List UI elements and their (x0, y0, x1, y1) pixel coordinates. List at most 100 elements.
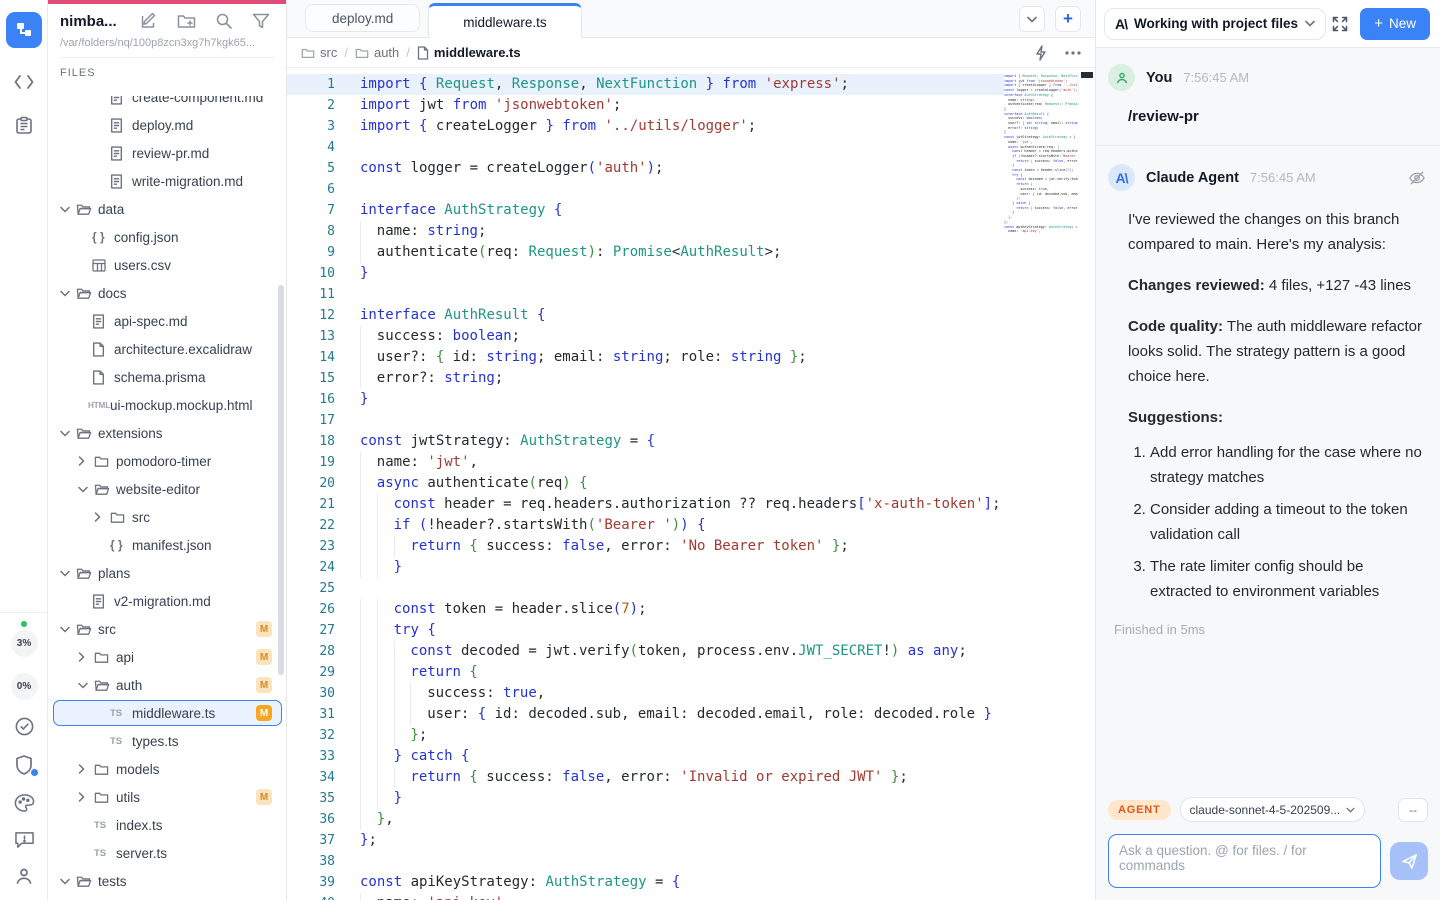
code-line[interactable]: 6 (287, 179, 1095, 200)
chevron-right-icon[interactable] (94, 512, 110, 522)
code-line[interactable]: 19name: 'jwt', (287, 452, 1095, 473)
tree-item-create-component-md[interactable]: create-component.md (48, 96, 286, 111)
code-editor[interactable]: 1import { Request, Response, NextFunctio… (287, 68, 1095, 900)
cpu-gauge[interactable]: 3% (11, 630, 38, 657)
tab-list-dropdown-button[interactable] (1019, 6, 1045, 32)
tree-item-architecture-excalidraw[interactable]: architecture.excalidraw (48, 335, 286, 363)
code-line[interactable]: 24} (287, 557, 1095, 578)
code-line[interactable]: 20async authenticate(req) { (287, 473, 1095, 494)
chevron-down-icon[interactable] (78, 486, 94, 493)
session-mode-dropdown[interactable]: A\ Working with project files (1104, 8, 1326, 40)
code-line[interactable]: 30success: true, (287, 683, 1095, 704)
code-line[interactable]: 15error?: string; (287, 368, 1095, 389)
tree-item-types-ts[interactable]: TStypes.ts (48, 727, 286, 755)
chevron-right-icon[interactable] (78, 652, 94, 662)
code-line[interactable]: 28const decoded = jwt.verify(token, proc… (287, 641, 1095, 662)
tree-item-config-json[interactable]: { }config.json (48, 223, 286, 251)
code-line[interactable]: 32}; (287, 725, 1095, 746)
chevron-down-icon[interactable] (60, 430, 76, 437)
feedback-icon[interactable] (14, 830, 35, 849)
model-selector[interactable]: claude-sonnet-4-5-202509... (1180, 797, 1366, 822)
tree-item-docs[interactable]: docs (48, 279, 286, 307)
code-line[interactable]: 38 (287, 851, 1095, 872)
tree-item-src[interactable]: srcM (48, 615, 286, 643)
code-line[interactable]: 23return { success: false, error: 'No Be… (287, 536, 1095, 557)
code-line[interactable]: 7interface AuthStrategy { (287, 200, 1095, 221)
tab-deploy-md[interactable]: deploy.md (305, 4, 420, 32)
chevron-right-icon[interactable] (78, 764, 94, 774)
breadcrumb-folder[interactable]: auth (374, 45, 399, 60)
code-line[interactable]: 26const token = header.slice(7); (287, 599, 1095, 620)
chevron-down-icon[interactable] (60, 626, 76, 633)
code-line[interactable]: 13success: boolean; (287, 326, 1095, 347)
scrollbar-thumb[interactable] (1081, 72, 1093, 78)
code-line[interactable]: 35} (287, 788, 1095, 809)
editor-scrollbar[interactable] (1079, 68, 1095, 900)
expand-icon[interactable] (1332, 16, 1348, 32)
tab-middleware-ts[interactable]: middleware.ts (428, 3, 581, 38)
code-line[interactable]: 16} (287, 389, 1095, 410)
code-line[interactable]: 39const apiKeyStrategy: AuthStrategy = { (287, 872, 1095, 893)
code-line[interactable]: 1import { Request, Response, NextFunctio… (287, 74, 1095, 95)
clipboard-icon[interactable] (14, 116, 34, 136)
chevron-down-icon[interactable] (60, 290, 76, 297)
chevron-right-icon[interactable] (78, 792, 94, 802)
tree-item-utils[interactable]: utilsM (48, 783, 286, 811)
edit-icon[interactable] (140, 12, 158, 30)
chevron-down-icon[interactable] (60, 206, 76, 213)
code-line[interactable]: 8name: string; (287, 221, 1095, 242)
tree-item-users-csv[interactable]: users.csv (48, 251, 286, 279)
chevron-down-icon[interactable] (60, 878, 76, 885)
tree-item-auth[interactable]: authM (48, 671, 286, 699)
eye-off-icon[interactable] (1408, 170, 1426, 186)
code-line[interactable]: 40name: 'api-key', (287, 893, 1095, 900)
chevron-down-icon[interactable] (78, 682, 94, 689)
check-circle-icon[interactable] (14, 716, 35, 737)
tree-item-api[interactable]: apiM (48, 643, 286, 671)
tree-item-schema-prisma[interactable]: schema.prisma (48, 363, 286, 391)
filter-icon[interactable] (252, 13, 270, 29)
tree-item-server-ts[interactable]: TSserver.ts (48, 839, 286, 867)
code-line[interactable]: 10} (287, 263, 1095, 284)
code-line[interactable]: 31user: { id: decoded.sub, email: decode… (287, 704, 1095, 725)
code-line[interactable]: 34return { success: false, error: 'Inval… (287, 767, 1095, 788)
tree-item-pomodoro-timer[interactable]: pomodoro-timer (48, 447, 286, 475)
code-icon[interactable] (14, 74, 34, 90)
memory-gauge[interactable]: 0% (11, 673, 38, 700)
chevron-down-icon[interactable] (60, 570, 76, 577)
new-chat-button[interactable]: +New (1360, 8, 1430, 40)
chat-input[interactable] (1108, 834, 1381, 888)
minimap[interactable]: import { Request, Response, NextFunction… (1004, 74, 1078, 900)
code-line[interactable]: 9authenticate(req: Request): Promise<Aut… (287, 242, 1095, 263)
tree-item-data[interactable]: data (48, 195, 286, 223)
breadcrumb-folder[interactable]: src (320, 45, 337, 60)
code-line[interactable]: 5const logger = createLogger('auth'); (287, 158, 1095, 179)
tree-item-deploy-md[interactable]: deploy.md (48, 111, 286, 139)
tree-item-plans[interactable]: plans (48, 559, 286, 587)
send-button[interactable] (1390, 842, 1428, 880)
tree-item-tests[interactable]: tests (48, 867, 286, 895)
code-line[interactable]: 2import jwt from 'jsonwebtoken'; (287, 95, 1095, 116)
code-line[interactable]: 29return { (287, 662, 1095, 683)
code-line[interactable]: 12interface AuthResult { (287, 305, 1095, 326)
tree-item-models[interactable]: models (48, 755, 286, 783)
code-line[interactable]: 4 (287, 137, 1095, 158)
shield-icon[interactable] (14, 754, 34, 776)
tree-item-src[interactable]: src (48, 503, 286, 531)
palette-icon[interactable] (14, 793, 35, 813)
code-line[interactable]: 21const header = req.headers.authorizati… (287, 494, 1095, 515)
lightning-icon[interactable] (1035, 45, 1047, 61)
more-options-icon[interactable] (1065, 51, 1081, 55)
new-folder-icon[interactable] (177, 13, 196, 29)
tree-item-website-editor[interactable]: website-editor (48, 475, 286, 503)
tree-item-manifest-json[interactable]: { }manifest.json (48, 531, 286, 559)
sidebar-scrollbar[interactable] (278, 285, 284, 675)
tree-item-write-migration-md[interactable]: write-migration.md (48, 167, 286, 195)
tree-item-ui-mockup-mockup-html[interactable]: HTMLui-mockup.mockup.html (48, 391, 286, 419)
tree-item-v2-migration-md[interactable]: v2-migration.md (48, 587, 286, 615)
code-line[interactable]: 18const jwtStrategy: AuthStrategy = { (287, 431, 1095, 452)
new-tab-button[interactable]: + (1055, 6, 1081, 32)
code-line[interactable]: 27try { (287, 620, 1095, 641)
code-line[interactable]: 17 (287, 410, 1095, 431)
search-icon[interactable] (215, 12, 233, 30)
